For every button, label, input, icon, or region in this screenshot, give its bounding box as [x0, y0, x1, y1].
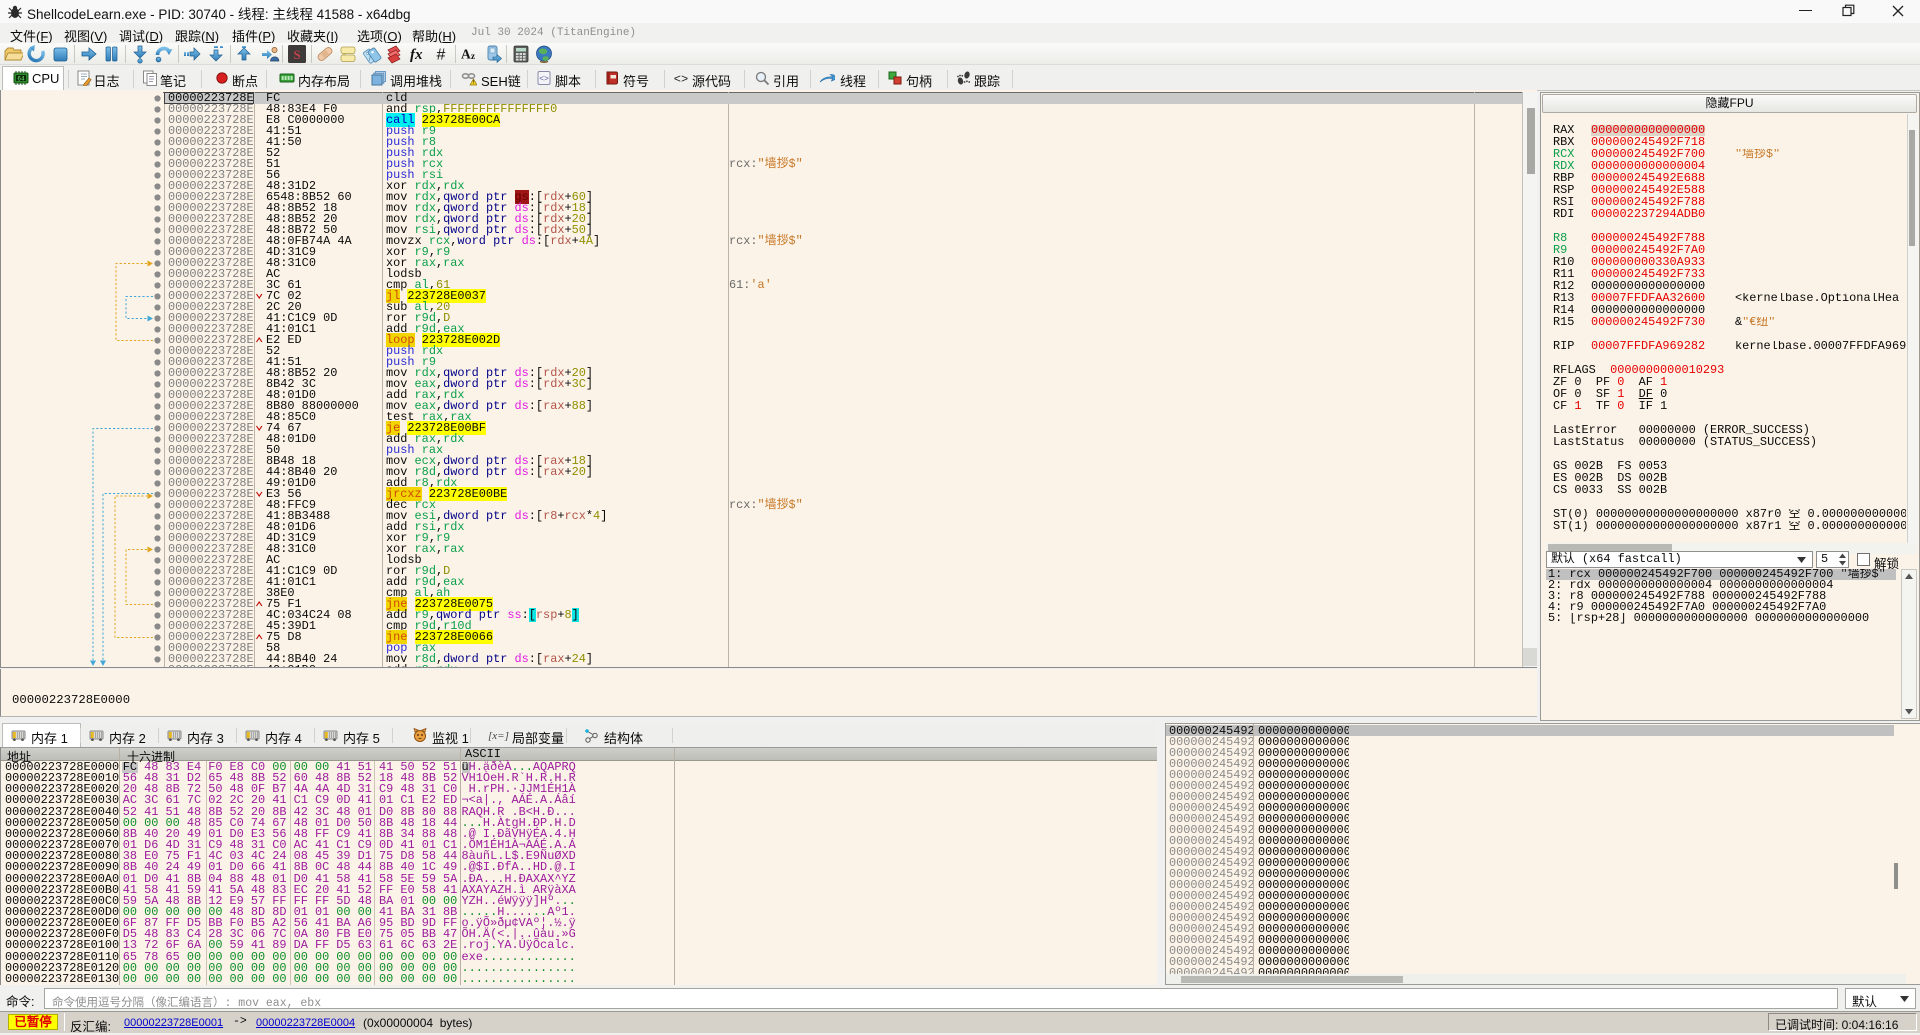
svg-text:z: z: [471, 51, 475, 61]
svg-text:<>: <>: [539, 75, 549, 84]
svg-text:S: S: [293, 47, 300, 62]
svg-text:#: #: [436, 47, 445, 64]
svg-text:64: 64: [17, 76, 25, 83]
svg-text:A: A: [461, 47, 471, 62]
svg-text:fx: fx: [410, 47, 423, 63]
svg-text:<>: <>: [674, 73, 688, 87]
